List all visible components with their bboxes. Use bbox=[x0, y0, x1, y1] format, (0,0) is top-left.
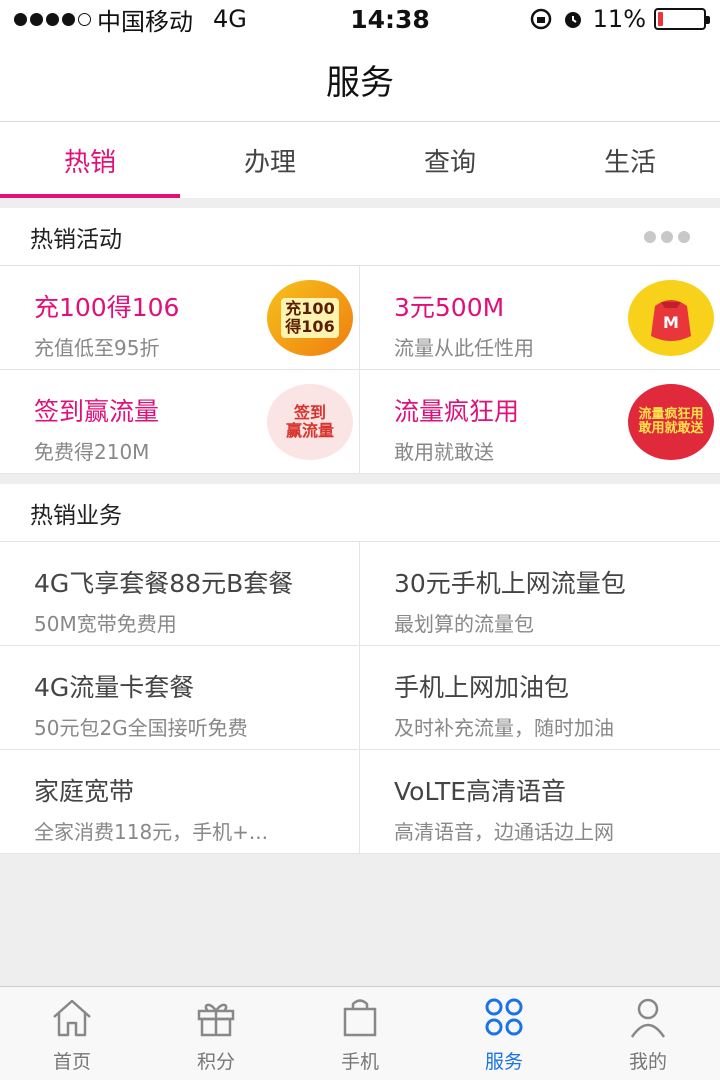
tabbar-label: 手机 bbox=[340, 1051, 379, 1073]
signal-icon bbox=[14, 12, 91, 26]
hot-activities-section: 热销活动 充100得106 充值低至95折 充100 得106 3元500M 流量… bbox=[0, 208, 720, 474]
service-grid-icon bbox=[485, 998, 523, 1036]
hot-business-section: 热销业务 4G飞享套餐88元B套餐 50M宽带免费用 30元手机上网流量包 最划… bbox=[0, 484, 720, 854]
business-subtitle: 高清语音，边通话边上网 bbox=[394, 820, 614, 844]
business-subtitle: 全家消费118元，手机+... bbox=[34, 820, 269, 844]
activity-card[interactable]: 签到赢流量 免费得210M 签到 赢流量 bbox=[0, 370, 360, 474]
business-title: 手机上网加油包 bbox=[394, 673, 570, 702]
more-icon[interactable] bbox=[644, 230, 690, 243]
business-subtitle: 50元包2G全国接听免费 bbox=[34, 716, 248, 740]
business-card[interactable]: 30元手机上网流量包 最划算的流量包 bbox=[360, 542, 720, 646]
activity-card[interactable]: 流量疯狂用 敢用就敢送 流量疯狂用 敢用就敢送 bbox=[360, 370, 720, 474]
business-title: 4G飞享套餐88元B套餐 bbox=[34, 569, 294, 598]
tabbar-label: 首页 bbox=[52, 1051, 91, 1073]
red-envelope-icon: M bbox=[628, 280, 714, 356]
shopping-bag-icon bbox=[343, 999, 377, 1037]
business-card[interactable]: VoLTE高清语音 高清语音，边通话边上网 bbox=[360, 750, 720, 854]
battery-percent: 11% bbox=[592, 5, 646, 33]
tabbar-label: 我的 bbox=[628, 1051, 667, 1073]
gift-icon bbox=[197, 1003, 235, 1037]
business-card[interactable]: 4G流量卡套餐 50元包2G全国接听免费 bbox=[0, 646, 360, 750]
business-card[interactable]: 手机上网加油包 及时补充流量，随时加油 bbox=[360, 646, 720, 750]
business-card[interactable]: 4G飞享套餐88元B套餐 50M宽带免费用 bbox=[0, 542, 360, 646]
tabbar-item-service[interactable]: 服务 bbox=[432, 987, 576, 1080]
activity-card[interactable]: 3元500M 流量从此任性用 M bbox=[360, 266, 720, 370]
tab-handle[interactable]: 办理 bbox=[180, 122, 360, 198]
activity-card[interactable]: 充100得106 充值低至95折 充100 得106 bbox=[0, 266, 360, 370]
signin-badge-icon: 签到 赢流量 bbox=[267, 384, 353, 460]
status-bar: 中国移动 4G 14:38 11% bbox=[0, 0, 720, 38]
tab-hot[interactable]: 热销 bbox=[0, 122, 180, 198]
recharge-badge-icon: 充100 得106 bbox=[267, 280, 353, 356]
tab-query[interactable]: 查询 bbox=[360, 122, 540, 198]
tab-life[interactable]: 生活 bbox=[540, 122, 720, 198]
tabbar-item-home[interactable]: 首页 bbox=[0, 987, 144, 1080]
battery-icon bbox=[654, 8, 710, 30]
data-crazy-badge-icon: 流量疯狂用 敢用就敢送 bbox=[628, 384, 714, 460]
business-subtitle: 及时补充流量，随时加油 bbox=[394, 716, 614, 740]
home-icon bbox=[53, 999, 91, 1037]
business-card[interactable]: 家庭宽带 全家消费118元，手机+... bbox=[0, 750, 360, 854]
user-icon bbox=[630, 998, 666, 1038]
business-title: VoLTE高清语音 bbox=[394, 777, 567, 806]
bottom-tabbar: 首页 积分 手机 服务 我的 bbox=[0, 986, 720, 1080]
nav-bar: 服务 bbox=[0, 38, 720, 122]
tabbar-label: 服务 bbox=[484, 1051, 523, 1073]
network-label: 4G bbox=[213, 5, 247, 33]
rotation-lock-icon bbox=[530, 8, 551, 30]
tabbar-label: 积分 bbox=[196, 1051, 235, 1073]
category-tabs: 热销 办理 查询 生活 bbox=[0, 122, 720, 198]
svg-text:M: M bbox=[663, 313, 679, 332]
clock: 14:38 bbox=[350, 4, 430, 34]
carrier-label: 中国移动 bbox=[97, 7, 193, 36]
section-title: 热销活动 bbox=[30, 226, 122, 253]
business-subtitle: 最划算的流量包 bbox=[394, 612, 534, 636]
tabbar-item-mine[interactable]: 我的 bbox=[576, 987, 720, 1080]
tabbar-item-points[interactable]: 积分 bbox=[144, 987, 288, 1080]
alarm-icon bbox=[564, 12, 581, 28]
page-title: 服务 bbox=[326, 63, 394, 103]
section-title: 热销业务 bbox=[30, 502, 122, 529]
business-subtitle: 50M宽带免费用 bbox=[34, 612, 177, 636]
business-title: 家庭宽带 bbox=[34, 777, 135, 806]
business-title: 30元手机上网流量包 bbox=[394, 569, 626, 598]
tabbar-item-phone[interactable]: 手机 bbox=[288, 987, 432, 1080]
business-title: 4G流量卡套餐 bbox=[34, 673, 195, 702]
